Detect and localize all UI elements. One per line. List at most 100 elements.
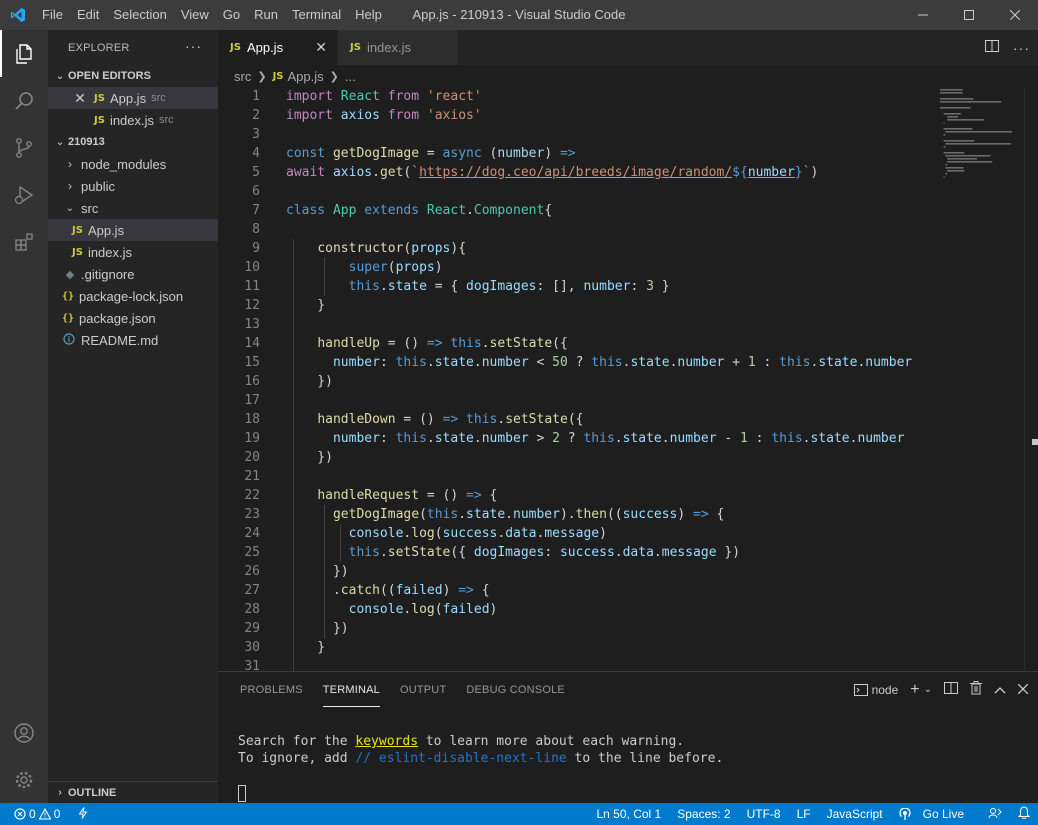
close-icon[interactable]: ✕ <box>74 90 86 107</box>
code-line[interactable]: this.setState({ dogImages: success.data.… <box>286 543 966 562</box>
code-line[interactable]: import axios from 'axios' <box>286 106 966 125</box>
code-line[interactable] <box>286 391 966 410</box>
code-line[interactable]: getDogImage(this.state.number).then((suc… <box>286 505 966 524</box>
breadcrumb-file[interactable]: App.js <box>288 69 324 84</box>
code-line[interactable] <box>286 657 966 671</box>
open-editors-section[interactable]: ⌄ OPEN EDITORS <box>48 65 218 87</box>
maximize-button[interactable] <box>946 0 992 30</box>
new-terminal-icon[interactable]: + <box>910 681 919 699</box>
code-line[interactable]: class App extends React.Component{ <box>286 201 966 220</box>
terminal-output[interactable]: Search for the keywords to learn more ab… <box>238 733 723 802</box>
menu-file[interactable]: File <box>35 0 70 30</box>
code-line[interactable]: super(props) <box>286 258 966 277</box>
menu-go[interactable]: Go <box>216 0 247 30</box>
tab-output[interactable]: OUTPUT <box>400 672 446 707</box>
tab-terminal[interactable]: TERMINAL <box>322 672 380 707</box>
code-line[interactable]: import React from 'react' <box>286 87 966 106</box>
breadcrumb-folder[interactable]: src <box>234 69 251 84</box>
code-line[interactable]: }) <box>286 619 966 638</box>
code-line[interactable]: constructor(props){ <box>286 239 966 258</box>
breadcrumb-more[interactable]: ... <box>345 69 356 84</box>
close-icon[interactable]: ✕ <box>315 39 327 56</box>
tree-file[interactable]: README.md <box>48 329 218 351</box>
manage-gear-icon[interactable] <box>0 756 48 803</box>
indentation[interactable]: Spaces: 2 <box>669 807 738 821</box>
problems-status[interactable]: 0 0 <box>14 807 60 821</box>
more-actions-icon[interactable]: ··· <box>185 38 202 54</box>
code-line[interactable]: console.log(success.data.message) <box>286 524 966 543</box>
tab-problems[interactable]: PROBLEMS <box>240 672 303 707</box>
code-line[interactable] <box>286 220 966 239</box>
code-line[interactable]: } <box>286 638 966 657</box>
code-line[interactable]: .catch((failed) => { <box>286 581 966 600</box>
menu-terminal[interactable]: Terminal <box>285 0 348 30</box>
minimize-button[interactable] <box>900 0 946 30</box>
tree-folder[interactable]: › public <box>48 175 218 197</box>
open-editor-item[interactable]: JS index.js src <box>48 109 218 131</box>
code-line[interactable] <box>286 315 966 334</box>
code-line[interactable]: handleUp = () => this.setState({ <box>286 334 966 353</box>
code-line[interactable]: number: this.state.number < 50 ? this.st… <box>286 353 966 372</box>
chevron-down-icon[interactable]: ⌄ <box>924 684 932 695</box>
tree-file[interactable]: JS index.js <box>48 241 218 263</box>
terminal-selector[interactable]: node <box>853 683 898 697</box>
tree-file[interactable]: {} package.json <box>48 307 218 329</box>
encoding[interactable]: UTF-8 <box>739 807 789 821</box>
trash-icon[interactable] <box>970 681 982 698</box>
code-editor[interactable]: 1 2 3 4 5 6 7 8 9 10 11 12 13 14 15 16 17 18 19 20 21 22 23 24 2… <box>218 87 1038 671</box>
search-icon[interactable] <box>0 77 48 124</box>
code-line[interactable]: number: this.state.number > 2 ? this.sta… <box>286 429 966 448</box>
notifications-bell-icon[interactable] <box>1010 806 1038 822</box>
go-live-button[interactable]: Go Live <box>891 807 980 821</box>
project-section[interactable]: ⌄ 210913 <box>48 131 218 153</box>
tree-folder[interactable]: ⌄ src <box>48 197 218 219</box>
code-line[interactable]: }) <box>286 562 966 581</box>
code-line[interactable] <box>286 125 966 144</box>
code-line[interactable]: console.log(failed) <box>286 600 966 619</box>
menu-selection[interactable]: Selection <box>106 0 173 30</box>
code-line[interactable]: handleDown = () => this.setState({ <box>286 410 966 429</box>
run-debug-icon[interactable] <box>0 171 48 218</box>
close-panel-icon[interactable] <box>1017 683 1029 697</box>
end-of-line[interactable]: LF <box>789 807 819 821</box>
code-line[interactable] <box>286 182 966 201</box>
cursor-position[interactable]: Ln 50, Col 1 <box>589 807 670 821</box>
language-mode[interactable]: JavaScript <box>819 807 891 821</box>
code-line[interactable]: }) <box>286 448 966 467</box>
maximize-panel-icon[interactable] <box>994 683 1006 697</box>
menu-help[interactable]: Help <box>348 0 389 30</box>
code-line[interactable]: const getDogImage = async (number) => <box>286 144 966 163</box>
code-line[interactable]: this.state = { dogImages: [], number: 3 … <box>286 277 966 296</box>
terminal-keyword-link[interactable]: keywords <box>355 734 418 749</box>
close-window-button[interactable] <box>992 0 1038 30</box>
tab-debug-console[interactable]: DEBUG CONSOLE <box>466 672 565 707</box>
tree-file[interactable]: {} package-lock.json <box>48 285 218 307</box>
more-actions-icon[interactable]: ··· <box>1013 40 1030 56</box>
tab-app-js[interactable]: JS App.js ✕ <box>218 30 337 65</box>
code-area[interactable]: import React from 'react' import axios fr… <box>286 87 966 671</box>
extensions-icon[interactable] <box>0 218 48 265</box>
split-terminal-icon[interactable] <box>944 681 958 698</box>
feedback-icon[interactable] <box>980 807 1010 822</box>
tree-file[interactable]: ◆ .gitignore <box>48 263 218 285</box>
tree-file[interactable]: JS App.js <box>48 219 218 241</box>
tab-index-js[interactable]: JS index.js <box>337 30 457 65</box>
outline-section[interactable]: › OUTLINE <box>48 781 218 803</box>
accounts-icon[interactable] <box>0 709 48 756</box>
menu-view[interactable]: View <box>174 0 216 30</box>
editor-scrollbar[interactable] <box>1024 87 1038 671</box>
lightning-icon[interactable] <box>78 806 88 822</box>
menu-run[interactable]: Run <box>247 0 285 30</box>
code-line[interactable]: await axios.get(`https://dog.ceo/api/bre… <box>286 163 966 182</box>
code-line[interactable]: }) <box>286 372 966 391</box>
split-editor-icon[interactable] <box>985 39 999 56</box>
menu-edit[interactable]: Edit <box>70 0 106 30</box>
tree-folder[interactable]: › node_modules <box>48 153 218 175</box>
code-line[interactable]: } <box>286 296 966 315</box>
code-line[interactable]: handleRequest = () => { <box>286 486 966 505</box>
code-line[interactable] <box>286 467 966 486</box>
minimap[interactable] <box>938 87 1038 671</box>
source-control-icon[interactable] <box>0 124 48 171</box>
explorer-icon[interactable] <box>0 30 48 77</box>
open-editor-item[interactable]: ✕ JS App.js src <box>48 87 218 109</box>
